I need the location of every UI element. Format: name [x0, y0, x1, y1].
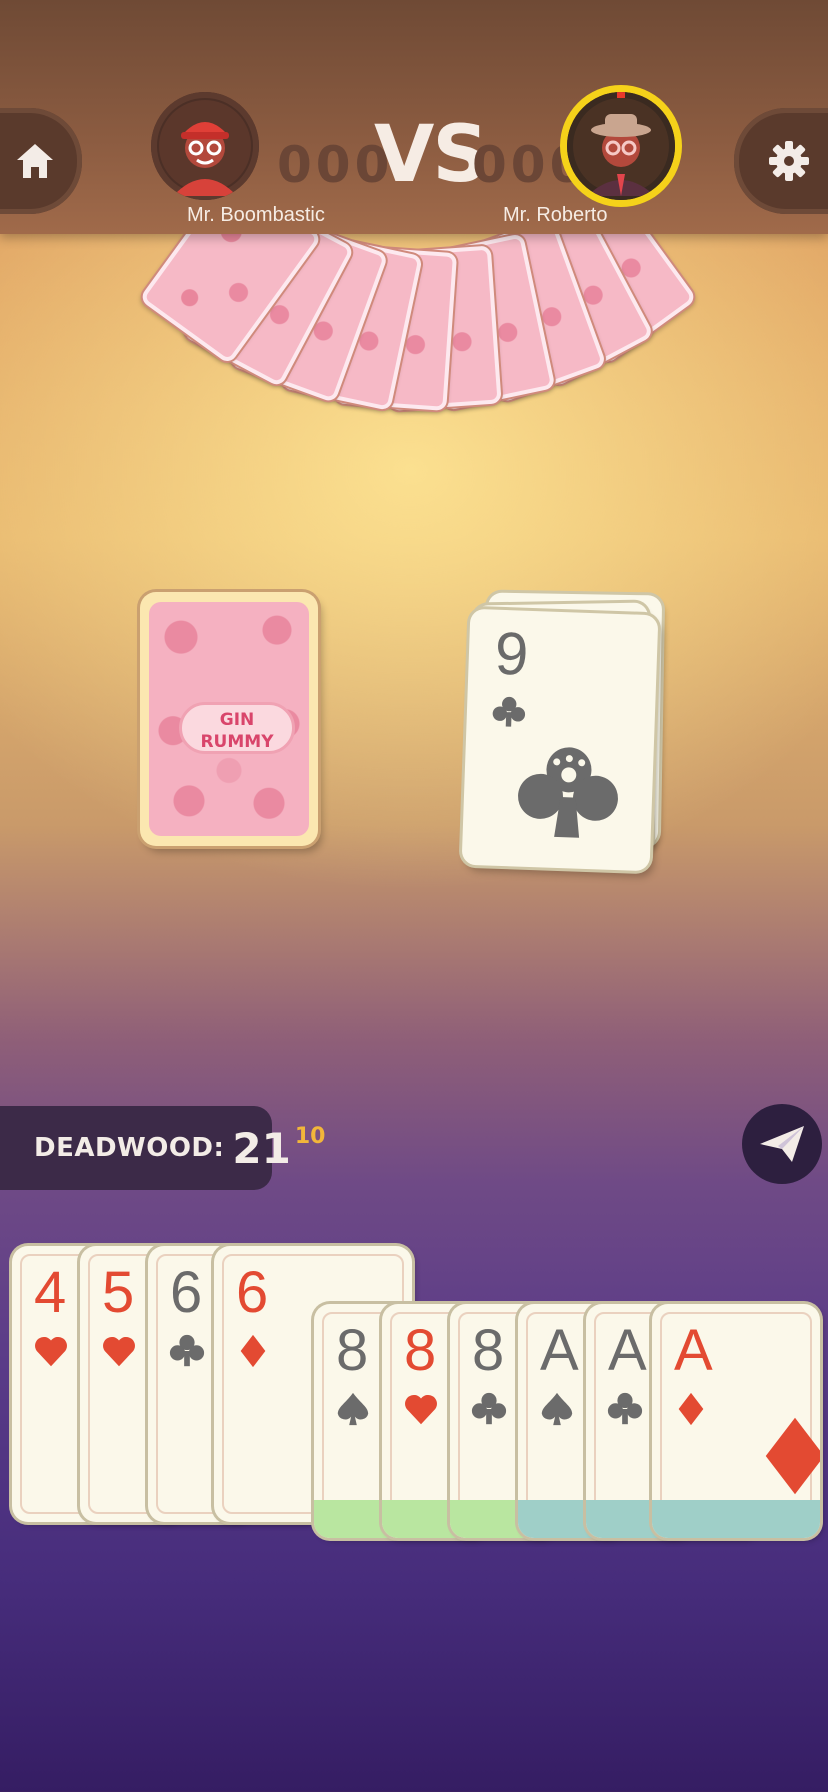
- club-icon: [606, 1390, 644, 1433]
- settings-button[interactable]: [734, 108, 828, 214]
- card-rank: A: [608, 1318, 647, 1383]
- card-rank: 5: [102, 1260, 135, 1325]
- club-icon: [168, 1332, 206, 1375]
- paper-plane-icon: [760, 1126, 804, 1162]
- player1-avatar: [151, 92, 259, 200]
- versus-label: VS: [374, 110, 489, 200]
- spade-icon: [334, 1390, 372, 1433]
- diamond-icon: [672, 1390, 710, 1433]
- deadwood-value: 21: [232, 1123, 291, 1173]
- club-icon: [470, 1390, 508, 1433]
- club-icon: [518, 747, 618, 838]
- card-rank: 4: [34, 1260, 67, 1325]
- heart-icon: [32, 1332, 70, 1375]
- card-back-logo: GIN RUMMY: [179, 702, 295, 754]
- heart-icon: [402, 1390, 440, 1433]
- hand-card[interactable]: A: [652, 1304, 820, 1538]
- player2-avatar: [567, 92, 675, 200]
- deadwood-counter: DEADWOOD: 21 10: [0, 1106, 326, 1190]
- stock-pile[interactable]: GIN RUMMY: [140, 592, 318, 846]
- heart-icon: [100, 1332, 138, 1375]
- card-rank: 8: [404, 1318, 437, 1383]
- card-back-logo-line2: RUMMY: [200, 732, 274, 752]
- card-rank: 8: [336, 1318, 369, 1383]
- card-rank: A: [540, 1318, 579, 1383]
- top-bar: 000 VS 000 Mr. Boombastic Mr. Roberto: [0, 0, 828, 234]
- card-rank: A: [674, 1318, 713, 1383]
- player1-name: Mr. Boombastic: [187, 204, 325, 226]
- discard-top-card[interactable]: 9: [461, 608, 659, 872]
- deadwood-label: DEADWOOD:: [34, 1133, 225, 1163]
- deadwood-extra: 10: [294, 1123, 326, 1149]
- card-rank: 8: [472, 1318, 505, 1383]
- card-rank: 6: [170, 1260, 203, 1325]
- card-rank: 6: [236, 1260, 269, 1325]
- discard-rank: 9: [493, 619, 530, 688]
- send-button[interactable]: [742, 1104, 822, 1184]
- gear-icon: [769, 141, 809, 181]
- player2-name: Mr. Roberto: [503, 204, 608, 226]
- card-back-pattern: GIN RUMMY: [149, 602, 309, 836]
- home-icon: [17, 144, 53, 178]
- spade-icon: [538, 1390, 576, 1433]
- diamond-icon: [234, 1332, 272, 1375]
- card-back-logo-line1: GIN: [219, 710, 255, 730]
- diamond-pip-icon: [750, 1411, 820, 1506]
- home-button[interactable]: [0, 108, 82, 214]
- club-icon: [492, 696, 526, 727]
